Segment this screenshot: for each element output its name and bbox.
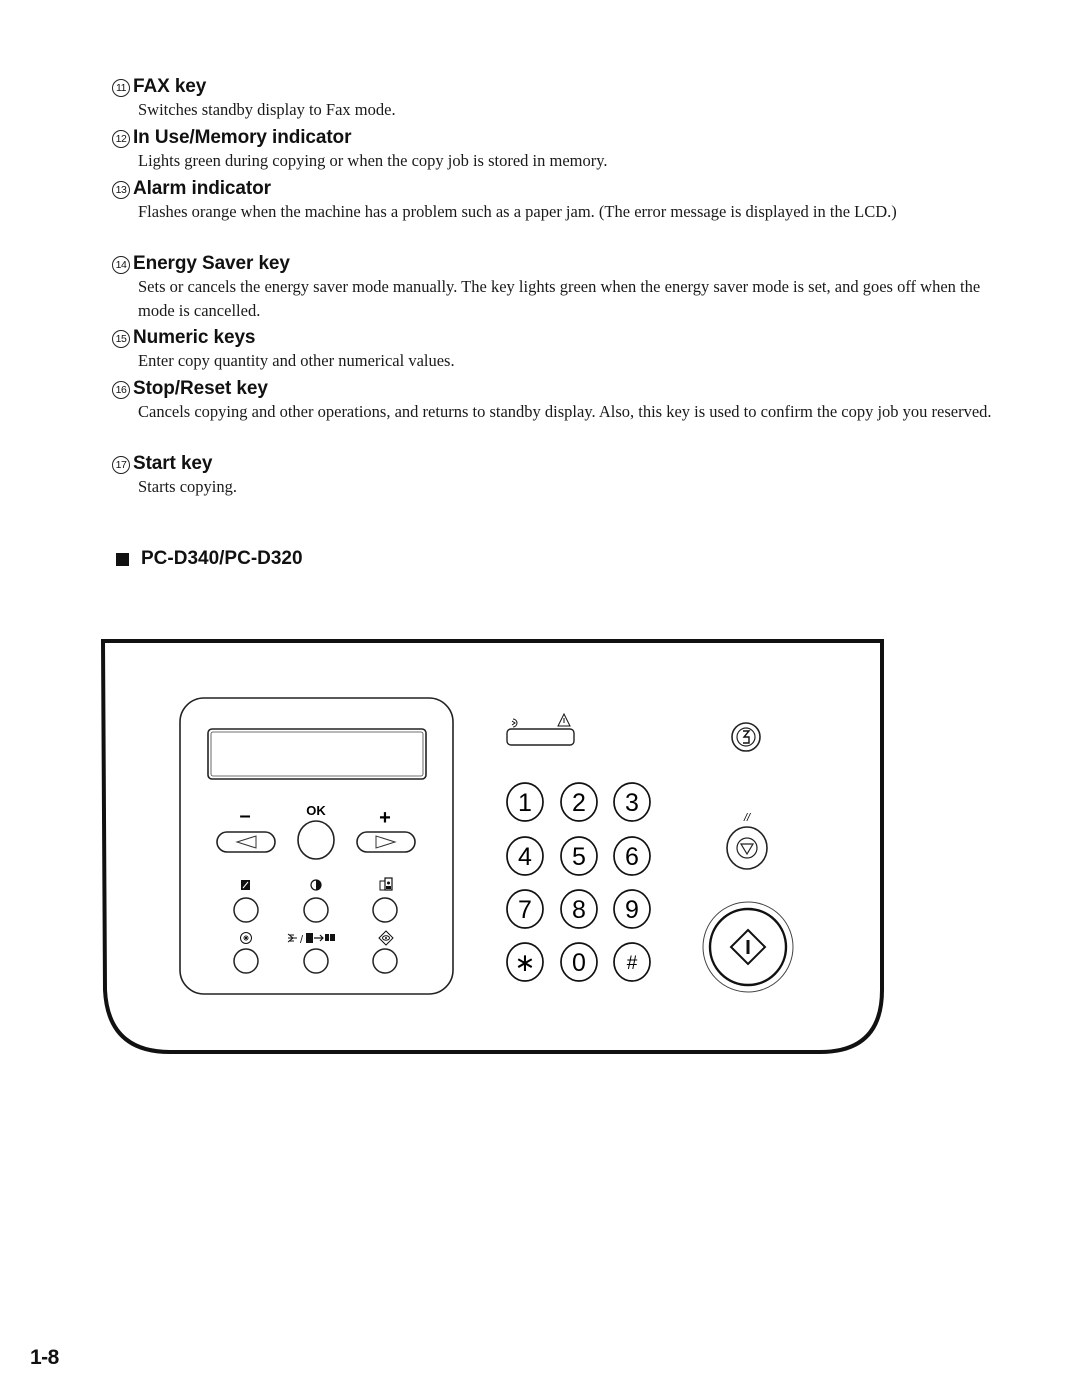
ok-button[interactable] (297, 820, 335, 860)
left-arrow-button[interactable] (216, 831, 276, 853)
page-number: 1-8 (30, 1346, 59, 1369)
enlarge-reduce-icon (378, 930, 394, 946)
additional-functions-button[interactable] (233, 948, 259, 974)
two-sided-button[interactable] (303, 948, 329, 974)
numeric-key-label: 9 (625, 896, 639, 924)
numeric-key-label: 1 (518, 789, 532, 817)
numeric-key-5[interactable]: 5 (560, 836, 598, 876)
additional-functions-icon (240, 932, 252, 944)
numeric-key-hash[interactable]: # (613, 942, 651, 982)
numeric-key-0[interactable]: 0 (560, 942, 598, 982)
alarm-icon (557, 712, 571, 727)
exposure-button[interactable] (233, 897, 259, 923)
exposure-icon (241, 880, 250, 890)
contrast-button[interactable] (303, 897, 329, 923)
numeric-key-1[interactable]: 1 (506, 782, 544, 822)
svg-text:/: / (300, 934, 304, 946)
numeric-key-label: ∗ (515, 949, 536, 977)
numeric-key-label: 4 (518, 843, 532, 871)
right-arrow-button[interactable] (356, 831, 416, 853)
enlarge-reduce-button[interactable] (372, 948, 398, 974)
minus-label: – (239, 805, 250, 827)
numeric-keypad: 1 2 3 4 5 6 7 8 9 ∗ 0 # (506, 782, 651, 982)
start-button[interactable] (702, 901, 794, 993)
numeric-key-label: 6 (625, 843, 639, 871)
numeric-key-label: 5 (572, 843, 586, 871)
image-quality-button[interactable] (372, 897, 398, 923)
numeric-key-3[interactable]: 3 (613, 782, 651, 822)
numeric-key-label: 2 (572, 789, 586, 817)
numeric-key-label: # (627, 953, 638, 974)
indicator-lamp (506, 728, 575, 746)
lcd-display (207, 728, 427, 780)
numeric-key-2[interactable]: 2 (560, 782, 598, 822)
stop-reset-button[interactable] (726, 826, 768, 870)
plus-label: + (379, 807, 391, 829)
two-sided-icon: / (287, 933, 335, 946)
numeric-key-label: 0 (572, 949, 586, 977)
numeric-key-7[interactable]: 7 (506, 889, 544, 929)
energy-saver-button[interactable] (731, 722, 761, 752)
numeric-key-4[interactable]: 4 (506, 836, 544, 876)
numeric-key-6[interactable]: 6 (613, 836, 651, 876)
numeric-key-label: 3 (625, 789, 639, 817)
numeric-key-8[interactable]: 8 (560, 889, 598, 929)
in-use-memory-icon (511, 718, 518, 728)
numeric-key-star[interactable]: ∗ (506, 942, 544, 982)
reset-label: // (743, 812, 751, 824)
numeric-key-label: 8 (572, 896, 586, 924)
ok-label: OK (306, 803, 326, 818)
control-panel-illustration: – OK + / 1 2 34 5 67 8 9∗ 0 # // (100, 639, 884, 1054)
image-quality-icon (379, 877, 393, 891)
numeric-key-9[interactable]: 9 (613, 889, 651, 929)
contrast-icon (310, 879, 322, 891)
numeric-key-label: 7 (518, 896, 532, 924)
